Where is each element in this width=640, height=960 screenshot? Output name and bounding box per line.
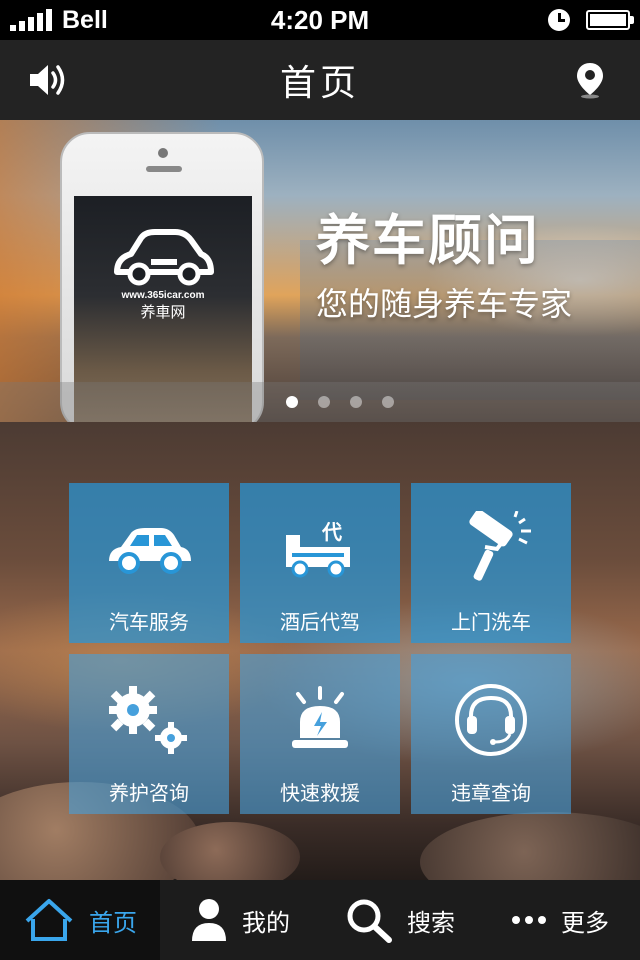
designated-driver-badge: 代 <box>321 520 342 544</box>
page-dot[interactable] <box>318 396 330 408</box>
service-tile-designated-driver[interactable]: 代 酒后代驾 <box>240 483 400 643</box>
location-pin-icon <box>577 63 603 99</box>
location-button[interactable] <box>564 54 616 106</box>
speaker-button[interactable] <box>22 54 74 106</box>
service-tile-car-wash[interactable]: 上门洗车 <box>411 483 571 643</box>
gears-icon <box>109 686 187 754</box>
navigation-bar: 首页 <box>0 40 640 120</box>
tile-label: 酒后代驾 <box>280 610 360 634</box>
alarm-clock-icon <box>548 9 570 31</box>
car-icon <box>109 528 191 574</box>
tab-label: 我的 <box>242 908 290 937</box>
user-icon <box>192 899 226 941</box>
tile-label: 违章查询 <box>451 781 531 805</box>
page-title: 首页 <box>279 63 360 104</box>
tab-mine[interactable]: 我的 <box>160 880 320 960</box>
logo-url: www.365icar.com <box>121 290 205 301</box>
tile-label: 养护咨询 <box>109 781 189 805</box>
logo-name: 养車网 <box>140 303 186 321</box>
paint-roller-icon <box>469 511 531 581</box>
tab-label: 搜索 <box>407 908 455 937</box>
page-dot[interactable] <box>382 396 394 408</box>
banner-title: 养车顾问 <box>316 209 540 272</box>
search-icon <box>347 899 392 943</box>
home-icon <box>25 899 73 941</box>
service-tile-rescue[interactable]: 快速救援 <box>240 654 400 814</box>
tab-label: 首页 <box>89 908 137 937</box>
tab-home[interactable]: 首页 <box>0 880 160 960</box>
siren-icon <box>292 686 348 748</box>
more-icon <box>512 916 546 924</box>
banner-page-indicator[interactable] <box>0 382 640 422</box>
tile-label: 快速救援 <box>280 781 360 805</box>
banner-subtitle: 您的随身养车专家 <box>316 285 573 323</box>
speaker-icon <box>30 65 65 95</box>
headset-icon <box>455 684 527 756</box>
service-tile-violation-query[interactable]: 违章查询 <box>411 654 571 814</box>
promo-banner[interactable]: www.365icar.com 养車网 养车顾问 您的随身养车专家 <box>0 120 640 422</box>
service-tile-maintenance[interactable]: 养护咨询 <box>69 654 229 814</box>
status-bar: Bell 4:20 PM <box>0 0 640 40</box>
status-time: 4:20 PM <box>270 4 370 35</box>
phone-mockup-image: www.365icar.com 养車网 <box>60 132 264 422</box>
app-logo-icon <box>114 229 214 286</box>
battery-icon <box>586 10 634 30</box>
page-dot[interactable] <box>286 396 298 408</box>
tab-more[interactable]: 更多 <box>480 880 640 960</box>
service-tile-car[interactable]: 汽车服务 <box>69 483 229 643</box>
tab-search[interactable]: 搜索 <box>320 880 480 960</box>
service-grid: 汽车服务 代 酒后代驾 上门洗车 养护咨询 快速救援 违章查询 <box>69 483 571 814</box>
tab-label: 更多 <box>561 908 609 937</box>
main-content: 汽车服务 代 酒后代驾 上门洗车 养护咨询 快速救援 违章查询 <box>0 422 640 880</box>
tab-bar: 首页 我的 搜索 更多 <box>0 880 640 960</box>
tile-label: 上门洗车 <box>451 610 531 634</box>
designated-driver-icon: 代 <box>286 520 350 578</box>
page-dot[interactable] <box>350 396 362 408</box>
tile-label: 汽车服务 <box>109 610 189 634</box>
